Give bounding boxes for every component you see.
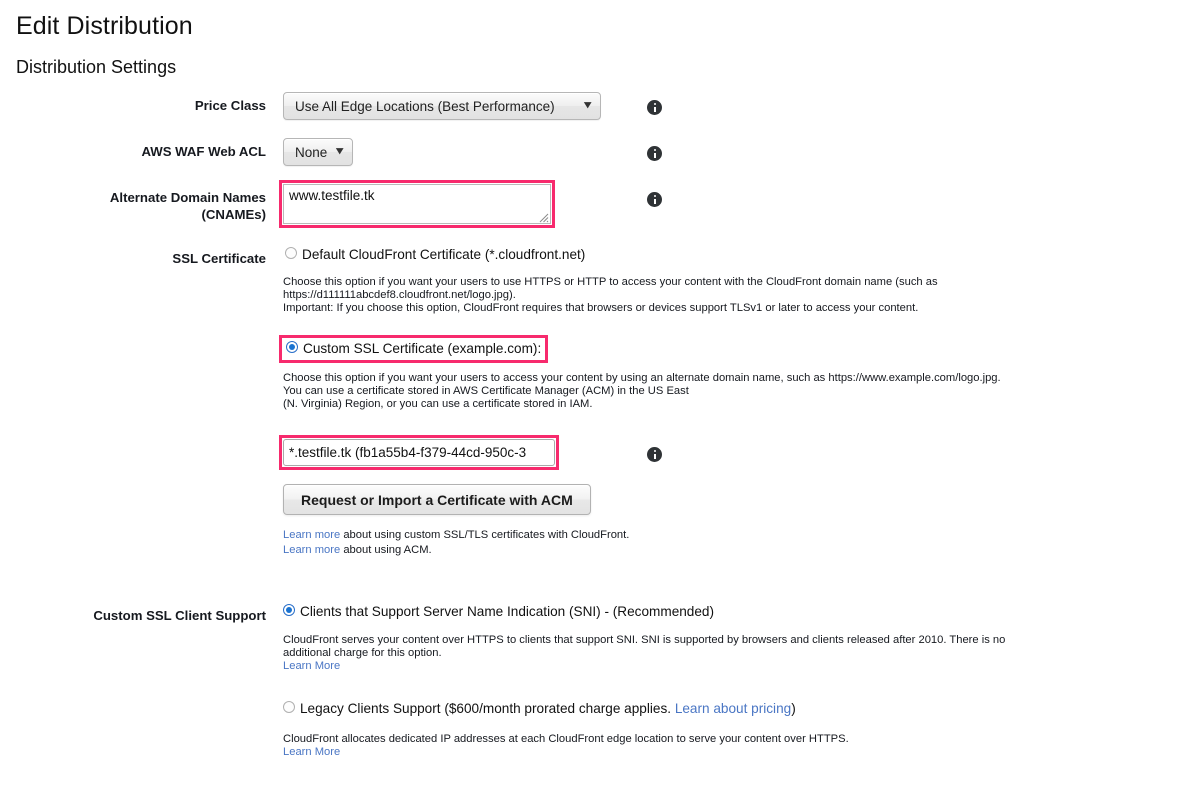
waf-web-acl-value: None: [295, 144, 328, 160]
sni-description: CloudFront serves your content over HTTP…: [283, 634, 1200, 673]
certificate-select-info-icon[interactable]: [647, 447, 662, 462]
learn-more-line-2: Learn more about using ACM.: [283, 543, 1200, 558]
label-price-class: Price Class: [194, 98, 266, 113]
row-custom-ssl-client-support: Custom SSL Client Support Clients that S…: [0, 604, 1200, 759]
certificate-select[interactable]: *.testfile.tk (fb1a55b4-f379-44cd-950c-3: [283, 439, 555, 466]
radio-option-custom-cert[interactable]: Custom SSL Certificate (example.com):: [283, 339, 544, 359]
custom-cert-highlight: Custom SSL Certificate (example.com):: [278, 335, 549, 363]
price-class-info-icon[interactable]: [647, 100, 662, 115]
radio-legacy-label: Legacy Clients Support ($600/month prora…: [299, 701, 796, 717]
default-cert-desc-line-1: Choose this option if you want your user…: [283, 276, 938, 288]
default-cert-desc-line-2: https://d111111abcdef8.cloudfront.net/lo…: [283, 289, 516, 301]
legacy-learn-more-link[interactable]: Learn More: [283, 746, 340, 758]
waf-web-acl-info-icon[interactable]: [647, 146, 662, 161]
radio-option-default-cert[interactable]: Default CloudFront Certificate (*.cloudf…: [283, 246, 587, 264]
radio-default-cert-label: Default CloudFront Certificate (*.cloudf…: [302, 247, 586, 262]
learn-more-acm-link[interactable]: Learn more: [283, 544, 340, 556]
label-alternate-domain-names: Alternate Domain Names (CNAMEs): [0, 184, 266, 223]
radio-default-cert-icon[interactable]: [285, 247, 297, 259]
learn-about-pricing-link[interactable]: Learn about pricing: [675, 701, 791, 716]
request-import-certificate-button[interactable]: Request or Import a Certificate with ACM: [283, 484, 591, 515]
cnames-info-icon[interactable]: [647, 192, 662, 207]
learn-more-ssl-tls-rest: about using custom SSL/TLS certificates …: [340, 529, 630, 541]
radio-sni-icon[interactable]: [283, 604, 295, 616]
label-custom-ssl-client-support: Custom SSL Client Support: [93, 608, 266, 623]
radio-legacy-label-pre: Legacy Clients Support ($600/month prora…: [300, 701, 675, 716]
label-waf-web-acl: AWS WAF Web ACL: [141, 144, 266, 159]
chevron-down-icon: ▾: [584, 98, 592, 111]
radio-sni-label: Clients that Support Server Name Indicat…: [300, 604, 715, 619]
legacy-description: CloudFront allocates dedicated IP addres…: [283, 733, 1200, 759]
learn-more-acm-rest: about using ACM.: [340, 544, 432, 556]
label-ssl-certificate: SSL Certificate: [172, 251, 266, 266]
row-ssl-certificate: SSL Certificate Default CloudFront Certi…: [0, 246, 1200, 558]
row-waf-web-acl: AWS WAF Web ACL None ▾: [0, 138, 1200, 184]
sni-learn-more-link[interactable]: Learn More: [283, 660, 340, 672]
legacy-desc-line-1: CloudFront allocates dedicated IP addres…: [283, 733, 849, 745]
learn-more-ssl-tls-link[interactable]: Learn more: [283, 529, 340, 541]
certificate-select-highlight: *.testfile.tk (fb1a55b4-f379-44cd-950c-3: [279, 435, 559, 470]
custom-cert-description: Choose this option if you want your user…: [283, 372, 1200, 411]
row-price-class: Price Class Use All Edge Locations (Best…: [0, 92, 1200, 138]
row-alternate-domain-names: Alternate Domain Names (CNAMEs): [0, 180, 1200, 246]
cert-learn-more-links: Learn more about using custom SSL/TLS ce…: [283, 528, 1200, 558]
certificate-select-value: *.testfile.tk (fb1a55b4-f379-44cd-950c-3: [289, 445, 527, 460]
price-class-select[interactable]: Use All Edge Locations (Best Performance…: [283, 92, 601, 120]
default-cert-desc-line-3: Important: If you choose this option, Cl…: [283, 302, 919, 314]
cnames-textarea[interactable]: [283, 184, 551, 224]
label-cnames-line2: (CNAMEs): [201, 207, 266, 222]
radio-option-legacy[interactable]: Legacy Clients Support ($600/month prora…: [283, 701, 1200, 717]
custom-cert-desc-line-1: Choose this option if you want your user…: [283, 372, 1001, 384]
custom-cert-desc-line-2: You can use a certificate stored in AWS …: [283, 385, 689, 397]
edit-distribution-page: Edit Distribution Distribution Settings …: [0, 0, 1200, 812]
radio-custom-cert-label: Custom SSL Certificate (example.com):: [303, 341, 542, 356]
sni-desc-line-2: additional charge for this option.: [283, 647, 442, 659]
price-class-value: Use All Edge Locations (Best Performance…: [295, 98, 555, 114]
radio-custom-cert-icon[interactable]: [286, 341, 298, 353]
section-title: Distribution Settings: [16, 57, 177, 77]
learn-more-line-1: Learn more about using custom SSL/TLS ce…: [283, 528, 1200, 543]
chevron-down-icon: ▾: [336, 144, 344, 157]
sni-desc-line-1: CloudFront serves your content over HTTP…: [283, 634, 1006, 646]
page-title: Edit Distribution: [16, 12, 193, 40]
radio-legacy-label-post: ): [791, 701, 796, 716]
radio-legacy-icon[interactable]: [283, 701, 295, 713]
cnames-highlight: [279, 180, 555, 228]
label-cnames-line1: Alternate Domain Names: [109, 190, 266, 205]
radio-option-sni[interactable]: Clients that Support Server Name Indicat…: [283, 604, 1200, 620]
distribution-settings-form: Price Class Use All Edge Locations (Best…: [0, 92, 1200, 759]
waf-web-acl-select[interactable]: None ▾: [283, 138, 353, 166]
custom-cert-desc-line-3: (N. Virginia) Region, or you can use a c…: [283, 398, 593, 410]
default-cert-description: Choose this option if you want your user…: [283, 276, 1200, 315]
